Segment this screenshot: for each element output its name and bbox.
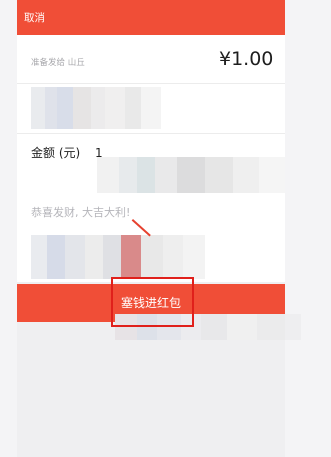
mosaic-area bbox=[31, 87, 161, 129]
screen: 取消 准备发给 山丘 ¥1.00 金额 (元) 1 恭喜发财, 大吉大利! 塞钱… bbox=[17, 0, 285, 457]
greeting-input[interactable]: 恭喜发财, 大吉大利! bbox=[31, 205, 130, 221]
mosaic-area bbox=[97, 157, 285, 193]
divider bbox=[17, 133, 285, 134]
redpacket-form: 准备发给 山丘 ¥1.00 金额 (元) 1 恭喜发财, 大吉大利! bbox=[17, 35, 285, 282]
amount-label: 金额 (元) bbox=[31, 146, 81, 160]
mosaic-area bbox=[285, 314, 301, 340]
divider bbox=[17, 83, 285, 84]
cancel-button[interactable]: 取消 bbox=[24, 10, 45, 26]
highlight-box bbox=[111, 277, 194, 327]
mosaic-area bbox=[31, 235, 205, 279]
amount-display: ¥1.00 bbox=[219, 48, 274, 70]
recipient-text: 准备发给 山丘 bbox=[31, 58, 85, 68]
top-bar: 取消 bbox=[17, 0, 285, 35]
